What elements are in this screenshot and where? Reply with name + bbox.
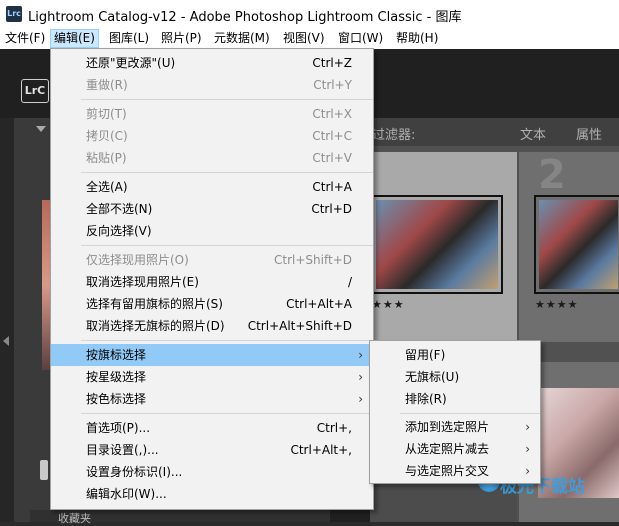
menu-item-select-all[interactable]: 全选(A) Ctrl+A xyxy=(51,176,373,198)
menu-photo[interactable]: 照片(P) xyxy=(158,30,205,47)
photo-image xyxy=(376,200,498,289)
menu-item-copy[interactable]: 拷贝(C) Ctrl+C xyxy=(51,125,373,147)
menu-item-select-only-active[interactable]: 仅选择现用照片(O) Ctrl+Shift+D xyxy=(51,249,373,271)
menu-item-select-flagged[interactable]: 选择有留用旗标的照片(S) Ctrl+Alt+A xyxy=(51,293,373,315)
menu-item-edit-watermarks[interactable]: 编辑水印(W)... xyxy=(51,483,373,505)
filter-text-option[interactable]: 文本 xyxy=(520,124,546,143)
filter-label: 过滤器: xyxy=(372,128,416,143)
menu-item-select-by-flag[interactable]: 按旗标选择 › xyxy=(51,344,373,366)
submenu-item-flagged[interactable]: 留用(F) xyxy=(370,344,540,366)
menu-separator xyxy=(400,413,540,414)
submenu-item-intersect-selection[interactable]: 与选定照片交叉 › xyxy=(370,460,540,482)
menu-item-paste[interactable]: 粘贴(P) Ctrl+V xyxy=(51,147,373,169)
lrc-logo: LrC xyxy=(21,79,49,103)
select-by-flag-submenu: 留用(F) 无旗标(U) 排除(R) 添加到选定照片 › 从选定照片减去 › 与选定… xyxy=(369,340,541,484)
left-panel-edge xyxy=(0,118,14,522)
lightroom-app-icon: Lrc xyxy=(6,6,22,22)
submenu-arrow-icon: › xyxy=(525,464,530,478)
menu-item-identity-plate[interactable]: 设置身份标识(I)... xyxy=(51,461,373,483)
submenu-arrow-icon: › xyxy=(525,442,530,456)
submenu-item-subtract-from-selection[interactable]: 从选定照片减去 › xyxy=(370,438,540,460)
grid-cell-number: 2 xyxy=(538,152,566,198)
collapse-left-panel-icon[interactable] xyxy=(3,336,9,346)
menu-window[interactable]: 窗口(W) xyxy=(335,30,386,47)
menu-separator xyxy=(81,413,373,414)
menu-item-select-none[interactable]: 全部不选(N) Ctrl+D xyxy=(51,198,373,220)
menu-separator xyxy=(81,99,373,100)
menu-item-select-by-rating[interactable]: 按星级选择 › xyxy=(51,366,373,388)
submenu-item-unflagged[interactable]: 无旗标(U) xyxy=(370,366,540,388)
photo-thumbnail[interactable] xyxy=(534,195,619,294)
menu-separator xyxy=(81,172,373,173)
submenu-arrow-icon: › xyxy=(358,370,363,384)
collections-label: 收藏夹 xyxy=(58,512,91,525)
submenu-arrow-icon: › xyxy=(525,420,530,434)
menu-item-invert-selection[interactable]: 反向选择(V) xyxy=(51,220,373,242)
menu-item-catalog-settings[interactable]: 目录设置(,)... Ctrl+Alt+, xyxy=(51,439,373,461)
menu-item-cut[interactable]: 剪切(T) Ctrl+X xyxy=(51,103,373,125)
menu-separator xyxy=(81,245,373,246)
star-rating[interactable]: ★★★★ xyxy=(535,298,578,311)
menu-bar: 文件(F) 编辑(E) 图库(L) 照片(P) 元数据(M) 视图(V) 窗口(… xyxy=(0,28,619,49)
menu-separator xyxy=(81,340,373,341)
title-bar: Lrc Lightroom Catalog-v12 - Adobe Photos… xyxy=(0,0,619,28)
submenu-arrow-icon: › xyxy=(358,348,363,362)
menu-item-redo[interactable]: 重做(R) Ctrl+Y xyxy=(51,74,373,96)
menu-file[interactable]: 文件(F) xyxy=(2,30,48,47)
menu-item-deselect-unflagged[interactable]: 取消选择无旗标的照片(D) Ctrl+Alt+Shift+D xyxy=(51,315,373,337)
window-title: Lightroom Catalog-v12 - Adobe Photoshop … xyxy=(28,10,462,25)
submenu-item-add-to-selection[interactable]: 添加到选定照片 › xyxy=(370,416,540,438)
menu-help[interactable]: 帮助(H) xyxy=(393,30,441,47)
panel-disclosure-icon[interactable] xyxy=(36,126,46,132)
filter-attribute-option[interactable]: 属性 xyxy=(576,124,602,143)
menu-item-deselect-active[interactable]: 取消选择现用照片(E) / xyxy=(51,271,373,293)
panel-toggle[interactable] xyxy=(40,460,48,480)
photo-thumbnail[interactable] xyxy=(371,195,503,294)
menu-item-preferences[interactable]: 首选项(P)... Ctrl+, xyxy=(51,417,373,439)
star-rating[interactable]: ★★★ xyxy=(372,298,405,311)
submenu-item-rejected[interactable]: 排除(R) xyxy=(370,388,540,410)
edit-menu-dropdown: 还原"更改源"(U) Ctrl+Z 重做(R) Ctrl+Y 剪切(T) Ctrl+X… xyxy=(50,48,374,510)
menu-item-select-by-color[interactable]: 按色标选择 › xyxy=(51,388,373,410)
menu-metadata[interactable]: 元数据(M) xyxy=(211,30,273,47)
menu-library[interactable]: 图库(L) xyxy=(106,30,152,47)
menu-edit[interactable]: 编辑(E) xyxy=(50,29,99,48)
menu-item-undo[interactable]: 还原"更改源"(U) Ctrl+Z xyxy=(51,52,373,74)
photo-image xyxy=(539,200,618,289)
menu-view[interactable]: 视图(V) xyxy=(280,30,328,47)
submenu-arrow-icon: › xyxy=(358,392,363,406)
